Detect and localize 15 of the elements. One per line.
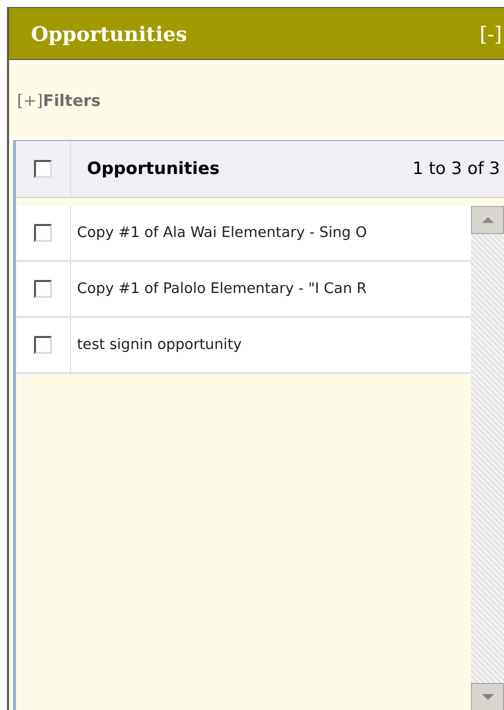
filters-toggle[interactable]: [+] xyxy=(17,90,43,110)
row-checkbox[interactable] xyxy=(34,224,52,242)
panel-title: Opportunities xyxy=(31,22,188,46)
record-count: 1 to 3 of 3 xyxy=(412,159,500,179)
table-cell-text: test signin opportunity xyxy=(76,336,243,355)
row-checkbox[interactable] xyxy=(34,336,52,354)
row-checkbox[interactable] xyxy=(34,280,52,298)
collapse-button[interactable]: [-] xyxy=(480,22,502,46)
select-all-checkbox[interactable] xyxy=(34,160,52,178)
column-header: Opportunities xyxy=(87,159,220,179)
filters-link[interactable]: Filters xyxy=(42,90,101,110)
table-cell-text: Copy #1 of Ala Wai Elementary - Sing O xyxy=(76,224,368,243)
table-cell-text: Copy #1 of Palolo Elementary - "I Can R xyxy=(76,280,368,299)
down-arrow-icon xyxy=(480,693,494,701)
up-arrow-icon xyxy=(480,216,494,224)
